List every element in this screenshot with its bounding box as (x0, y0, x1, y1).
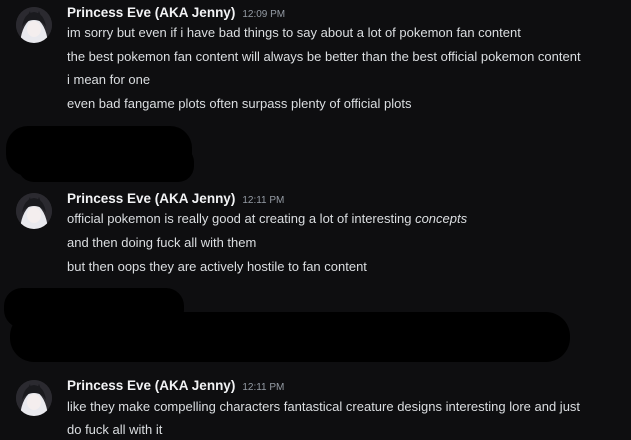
redaction-block (18, 146, 194, 182)
emphasis-text: concepts (415, 211, 468, 226)
message-header: Princess Eve (AKA Jenny) 12:11 PM (67, 191, 284, 211)
message-header: Princess Eve (AKA Jenny) 12:09 PM (67, 5, 285, 25)
avatar[interactable] (16, 7, 52, 43)
message-line: i mean for one (67, 72, 151, 87)
username[interactable]: Princess Eve (AKA Jenny) (67, 5, 235, 20)
message-line: but then oops they are actively hostile … (67, 259, 367, 274)
avatar[interactable] (16, 380, 52, 416)
message-header: Princess Eve (AKA Jenny) 12:11 PM (67, 378, 284, 398)
message-line: and then doing fuck all with them (67, 235, 257, 250)
username[interactable]: Princess Eve (AKA Jenny) (67, 378, 235, 393)
message-line: even bad fangame plots often surpass ple… (67, 96, 412, 111)
avatar[interactable] (16, 193, 52, 229)
message-line: official pokemon is really good at creat… (67, 211, 627, 227)
message-line: im sorry but even if i have bad things t… (67, 25, 521, 40)
timestamp[interactable]: 12:11 PM (242, 195, 284, 206)
timestamp[interactable]: 12:09 PM (242, 9, 285, 20)
message-text: official pokemon is really good at creat… (67, 211, 416, 226)
message-line: like they make compelling characters fan… (67, 399, 581, 414)
redaction-block (10, 312, 570, 362)
username[interactable]: Princess Eve (AKA Jenny) (67, 191, 235, 206)
message-line: do fuck all with it (67, 422, 163, 437)
message-line: the best pokemon fan content will always… (67, 49, 581, 64)
timestamp[interactable]: 12:11 PM (242, 382, 284, 393)
